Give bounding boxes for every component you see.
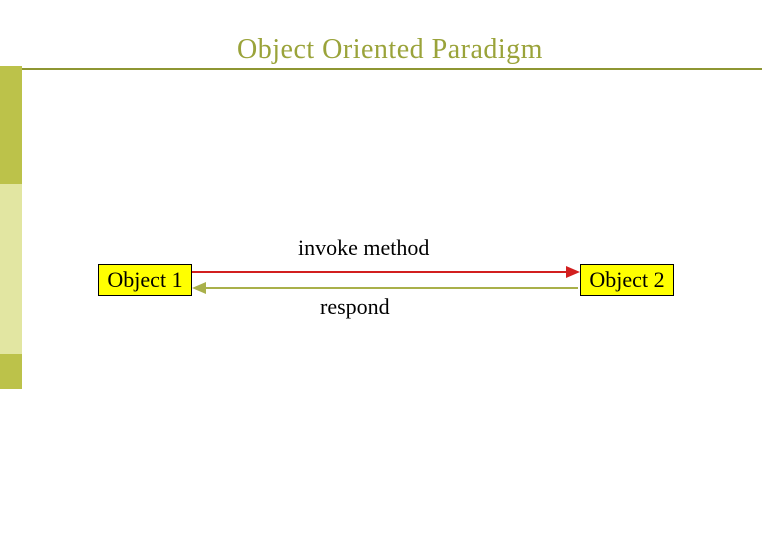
slide-title: Object Oriented Paradigm — [0, 34, 780, 66]
slide: Object Oriented Paradigm Object 1 Object… — [0, 0, 780, 540]
sidebar-block-top — [0, 66, 22, 184]
title-underline — [18, 68, 762, 70]
sidebar-block-middle — [0, 184, 22, 354]
invoke-label: invoke method — [298, 235, 429, 261]
respond-arrow-head — [192, 282, 206, 294]
object-2-box: Object 2 — [580, 264, 674, 296]
object-1-box: Object 1 — [98, 264, 192, 296]
sidebar-block-bottom — [0, 354, 22, 389]
invoke-arrow-head — [566, 266, 580, 278]
respond-label: respond — [320, 294, 390, 320]
